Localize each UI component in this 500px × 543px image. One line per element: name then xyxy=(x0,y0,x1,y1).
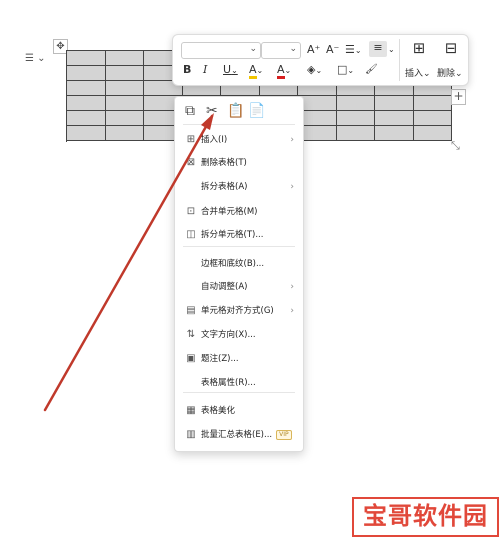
watermark-logo: 宝哥软件园 xyxy=(352,497,499,537)
annotation-arrow xyxy=(43,113,214,412)
